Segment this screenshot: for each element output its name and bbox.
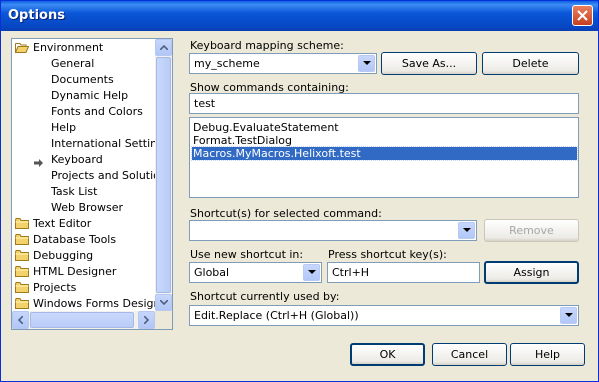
tree-item-label: Web Browser [51, 201, 124, 214]
shortcut-scope-value: Global [194, 266, 230, 279]
tree-item-label: Dynamic Help [51, 89, 129, 102]
help-button[interactable]: Help [510, 343, 585, 366]
tree-item-label: Documents [51, 73, 114, 86]
tree-item-label: General [51, 57, 95, 70]
title-bar[interactable]: Options [1, 1, 598, 31]
shortcut-scope-dropdown-button[interactable] [303, 264, 320, 281]
chevron-left-icon [18, 316, 23, 324]
list-item-selected[interactable]: Macros.MyMacros.Helixoft.test [191, 146, 578, 161]
press-shortcut-label: Press shortcut key(s): [328, 248, 447, 261]
arrow-right-icon [34, 156, 43, 167]
press-shortcut-value: Ctrl+H [332, 266, 370, 279]
chevron-right-icon [144, 316, 149, 324]
chevron-down-icon [362, 61, 371, 65]
tree-item-label: International Settings [51, 137, 155, 150]
list-item[interactable]: Format.TestDialog [192, 134, 292, 147]
tree-item-label: Environment [33, 41, 104, 54]
scroll-up-button[interactable] [155, 39, 172, 56]
options-tree[interactable]: Environment General Documents Dynamic Help F… [11, 38, 173, 330]
shortcuts-combo[interactable] [189, 220, 477, 241]
shortcuts-dropdown-button[interactable] [458, 222, 475, 239]
mapping-scheme-combo[interactable]: my_scheme [189, 53, 377, 74]
scroll-down-button[interactable] [155, 294, 172, 311]
use-new-shortcut-label: Use new shortcut in: [190, 248, 304, 261]
close-icon [577, 10, 588, 21]
scroll-right-button[interactable] [138, 311, 155, 329]
mapping-scheme-dropdown-button[interactable] [358, 55, 375, 72]
close-button[interactable] [572, 5, 593, 26]
folder-icon [15, 250, 29, 261]
folder-icon [15, 218, 29, 229]
tree-item-label: Fonts and Colors [51, 105, 143, 118]
commands-filter-value: test [194, 97, 216, 110]
ok-button[interactable]: OK [350, 343, 425, 366]
tree-item-label: Database Tools [33, 233, 117, 246]
folder-icon [15, 266, 29, 277]
commands-filter-input[interactable]: test [189, 93, 579, 114]
options-dialog: Options Environment General Documents Dynam… [0, 0, 599, 382]
shortcut-scope-combo[interactable]: Global [189, 262, 322, 283]
press-shortcut-input[interactable]: Ctrl+H [327, 262, 480, 283]
shortcuts-label: Shortcut(s) for selected command: [190, 207, 382, 220]
tree-vertical-scrollbar[interactable] [155, 39, 172, 311]
folder-icon [15, 298, 29, 309]
horizontal-scroll-thumb[interactable] [30, 312, 134, 328]
folder-icon [15, 282, 29, 293]
chevron-down-icon [159, 300, 168, 305]
currently-used-value: Edit.Replace (Ctrl+H (Global)) [194, 309, 359, 322]
scroll-left-button[interactable] [12, 311, 29, 329]
tree-item-label: Projects and Solutions [51, 169, 155, 182]
save-as-button[interactable]: Save As... [381, 52, 477, 75]
assign-button[interactable]: Assign [484, 261, 579, 284]
chevron-down-icon [564, 313, 573, 317]
folder-icon [15, 234, 29, 245]
tree-item-label: HTML Designer [33, 265, 117, 278]
mapping-scheme-value: my_scheme [194, 57, 260, 70]
tree-item-label: Debugging [33, 249, 94, 262]
open-folder-icon [15, 42, 30, 53]
chevron-up-icon [159, 45, 168, 50]
tree-item-label: Help [51, 121, 77, 134]
list-item[interactable]: Debug.EvaluateStatement [192, 121, 339, 134]
currently-used-label: Shortcut currently used by: [190, 290, 340, 303]
chevron-down-icon [307, 270, 316, 274]
currently-used-combo[interactable]: Edit.Replace (Ctrl+H (Global)) [189, 305, 579, 326]
tree-item-label: Projects [33, 281, 77, 294]
scroll-corner [155, 311, 172, 329]
mapping-scheme-label: Keyboard mapping scheme: [190, 39, 344, 52]
remove-button[interactable]: Remove [484, 219, 579, 242]
window-title: Options [8, 8, 65, 23]
currently-used-dropdown-button[interactable] [560, 307, 577, 324]
commands-list[interactable]: Debug.EvaluateStatement Format.TestDialo… [189, 117, 579, 198]
tree-item-label: Keyboard [51, 153, 103, 166]
delete-button[interactable]: Delete [482, 52, 579, 75]
chevron-down-icon [462, 228, 471, 232]
cancel-button[interactable]: Cancel [432, 343, 507, 366]
tree-item-label: Task List [51, 185, 98, 198]
tree-item-label: Text Editor [33, 217, 92, 230]
vertical-scroll-thumb[interactable] [156, 57, 171, 293]
tree-item-label: Windows Forms Designer [33, 297, 155, 310]
tree-horizontal-scrollbar[interactable] [12, 311, 155, 329]
